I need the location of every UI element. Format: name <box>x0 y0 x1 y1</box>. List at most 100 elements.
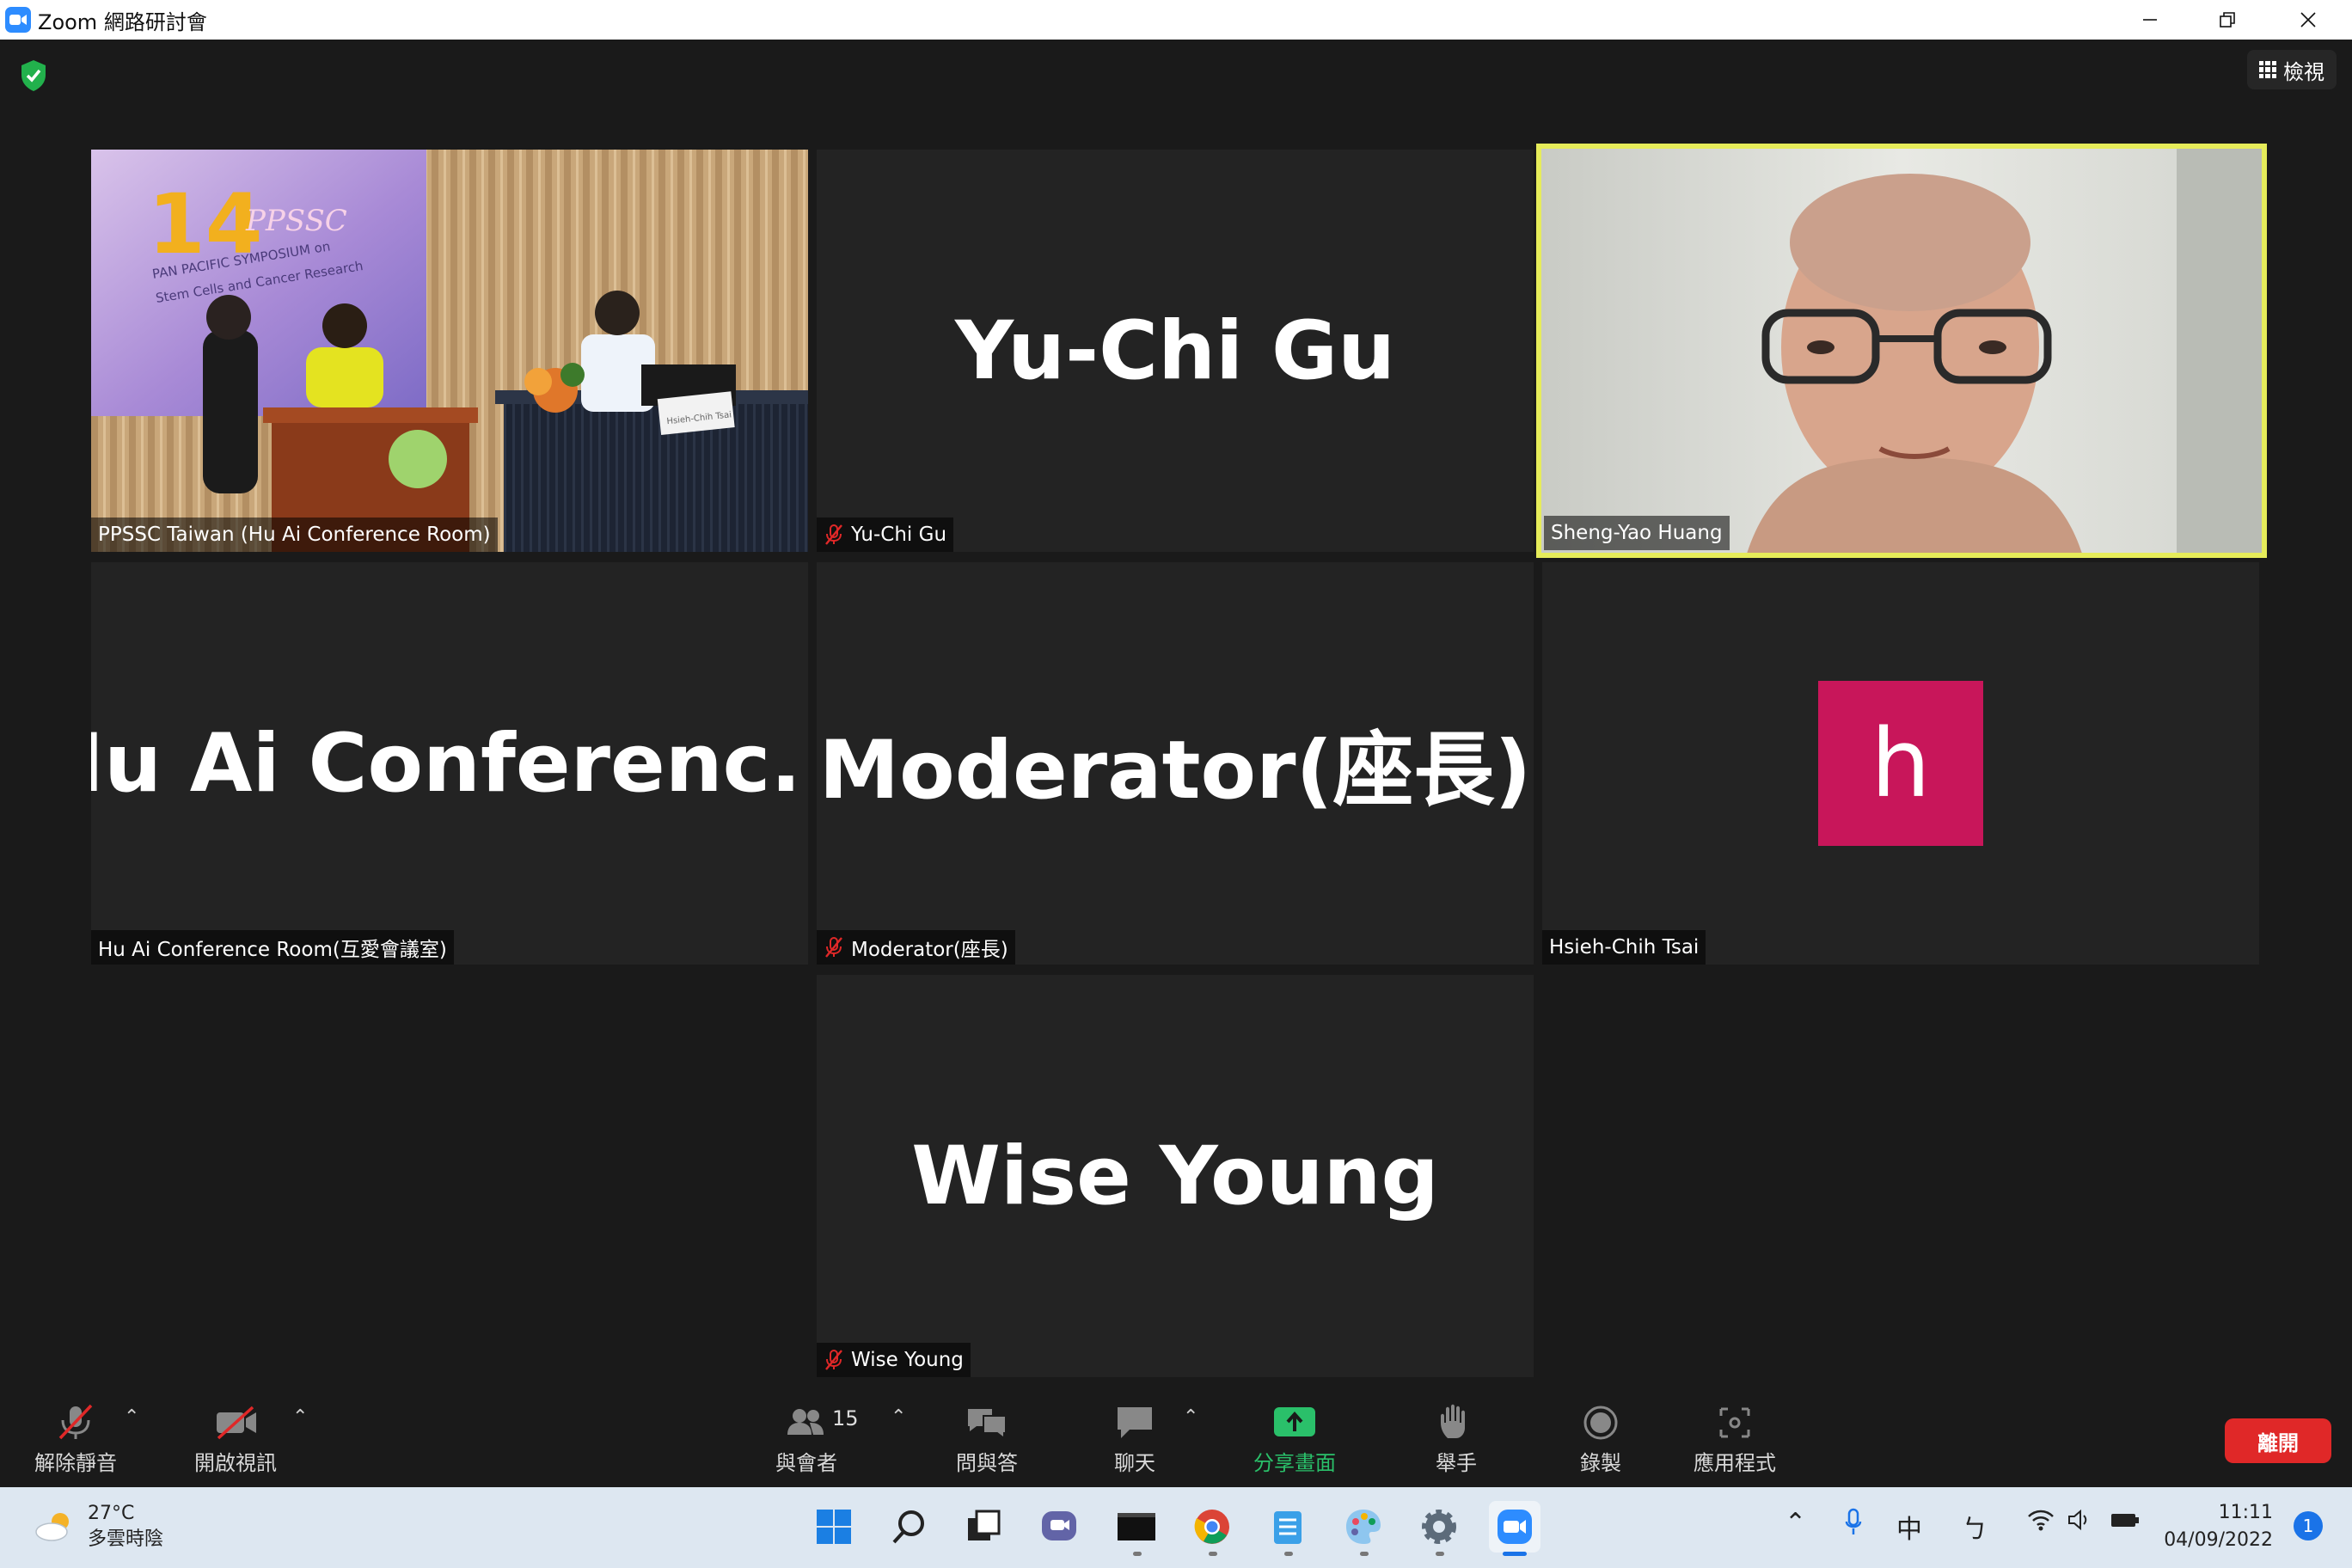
participant-name-label: Hu Ai Conference Room(互愛會議室) <box>91 930 454 965</box>
terminal-icon <box>1118 1513 1155 1540</box>
participant-display-name: Hu Ai Conferenc... <box>91 716 808 811</box>
participants-label: 與會者 <box>775 1451 837 1475</box>
participants-options-caret[interactable]: ⌃ <box>891 1406 906 1428</box>
notification-badge[interactable]: 1 <box>2294 1511 2323 1540</box>
view-label: 檢視 <box>2283 59 2324 84</box>
zoom-logo-icon <box>5 7 31 33</box>
participant-display-name: Yu-Chi Gu <box>954 303 1396 398</box>
share-screen-button[interactable]: 分享畫面 <box>1253 1401 1336 1476</box>
battery-icon[interactable] <box>2110 1508 2141 1532</box>
audio-options-caret[interactable]: ⌃ <box>124 1406 139 1428</box>
restore-icon <box>2220 12 2235 28</box>
notepad-app[interactable] <box>1262 1501 1314 1556</box>
window-title: Zoom 網路研討會 <box>38 9 207 34</box>
raise-hand-icon <box>1441 1404 1465 1438</box>
chrome-icon <box>1194 1510 1229 1544</box>
settings-app[interactable] <box>1413 1501 1465 1556</box>
start-video-button[interactable]: 開啟視訊 <box>194 1401 277 1476</box>
volume-icon[interactable] <box>2067 1508 2092 1532</box>
weather-widget[interactable]: 27°C 多雲時陰 <box>33 1501 163 1553</box>
video-options-caret[interactable]: ⌃ <box>292 1406 308 1428</box>
gear-icon <box>1422 1510 1456 1544</box>
search-button[interactable] <box>884 1501 935 1553</box>
room-video-feed: 14 PPSSC PAN PACIFIC SYMPOSIUM on Stem C… <box>91 150 808 552</box>
video-tile-room[interactable]: 14 PPSSC PAN PACIFIC SYMPOSIUM on Stem C… <box>91 150 808 552</box>
apps-label: 應用程式 <box>1694 1451 1776 1475</box>
video-tile-sheng-yao-huang[interactable]: Sheng-Yao Huang <box>1536 144 2267 558</box>
video-tile-wise-young[interactable]: Wise Young Wise Young <box>817 975 1534 1377</box>
show-hidden-icons-chevron[interactable]: ⌃ <box>1785 1508 1806 1538</box>
teams-chat-button[interactable] <box>1033 1501 1085 1553</box>
teams-chat-icon <box>1042 1511 1076 1540</box>
record-button[interactable]: 錄製 <box>1578 1401 1623 1476</box>
meeting-stage: 檢視 14 PPSSC PAN PACIFIC SYMPOSIUM on Ste… <box>0 40 2352 1389</box>
qa-icon <box>968 1409 1007 1440</box>
view-button[interactable]: 檢視 <box>2247 50 2337 89</box>
video-tile-moderator[interactable]: Moderator(座長) Moderator(座長) <box>817 562 1534 965</box>
participant-name-label: Yu-Chi Gu <box>817 518 954 552</box>
chat-options-caret[interactable]: ⌃ <box>1183 1406 1198 1428</box>
participant-name-label: PPSSC Taiwan (Hu Ai Conference Room) <box>91 518 498 552</box>
participant-display-name: Moderator(座長) <box>818 724 1532 818</box>
system-clock[interactable]: 11:11 04/09/2022 <box>2164 1499 2273 1554</box>
qa-button[interactable]: 問與答 <box>956 1401 1018 1476</box>
participant-name-label: Wise Young <box>817 1343 971 1377</box>
muted-mic-icon <box>58 1404 93 1440</box>
wifi-icon[interactable] <box>2027 1508 2055 1532</box>
muted-mic-icon <box>825 524 842 545</box>
minimize-icon <box>2143 19 2157 21</box>
unmute-button[interactable]: 解除靜音 <box>34 1401 117 1476</box>
windows-start-icon <box>817 1510 851 1544</box>
chat-icon <box>1118 1407 1152 1438</box>
raise-hand-button[interactable]: 舉手 <box>1434 1401 1479 1476</box>
raise-hand-label: 舉手 <box>1436 1451 1477 1475</box>
title-bar: Zoom 網路研討會 <box>0 0 2352 40</box>
close-button[interactable] <box>2269 0 2347 40</box>
leave-button[interactable]: 離開 <box>2225 1418 2331 1463</box>
notepad-icon <box>1274 1511 1302 1544</box>
chrome-app[interactable] <box>1186 1501 1238 1556</box>
banner-brand: PPSSC <box>245 204 347 238</box>
share-screen-icon <box>1274 1407 1315 1436</box>
chat-label: 聊天 <box>1114 1451 1155 1475</box>
task-view-icon <box>968 1510 1001 1540</box>
terminal-app[interactable] <box>1111 1501 1162 1556</box>
ime-language-indicator[interactable]: 中 <box>1896 1508 1922 1546</box>
participant-name-label: Hsieh-Chih Tsai <box>1542 930 1706 965</box>
microphone-icon[interactable] <box>1845 1508 1862 1537</box>
close-icon <box>2300 12 2316 28</box>
chat-button[interactable]: 聊天 <box>1112 1401 1157 1476</box>
ime-mode-indicator[interactable]: ㄅ <box>1962 1508 1988 1546</box>
record-label: 錄製 <box>1580 1451 1621 1475</box>
paint-palette-icon <box>1346 1510 1381 1544</box>
participants-button[interactable]: 15 與會者 <box>775 1401 859 1476</box>
participant-name-label: Moderator(座長) <box>817 930 1015 965</box>
start-button[interactable] <box>808 1501 860 1553</box>
record-icon <box>1583 1406 1618 1440</box>
restore-button[interactable] <box>2189 0 2266 40</box>
muted-mic-icon <box>825 1350 842 1370</box>
clock-date: 04/09/2022 <box>2164 1529 2273 1551</box>
video-tile-yu-chi-gu[interactable]: Yu-Chi Gu Yu-Chi Gu <box>817 150 1534 552</box>
zoom-app[interactable] <box>1489 1501 1540 1556</box>
unmute-label: 解除靜音 <box>34 1451 117 1475</box>
participant-count: 15 <box>832 1406 859 1430</box>
avatar: h <box>1818 681 1983 846</box>
task-view-button[interactable] <box>958 1501 1009 1553</box>
muted-mic-icon <box>825 937 842 958</box>
minimize-button[interactable] <box>2111 0 2189 40</box>
share-screen-label: 分享畫面 <box>1253 1451 1336 1475</box>
weather-condition: 多雲時陰 <box>88 1528 164 1550</box>
grid-view-icon <box>2259 61 2276 78</box>
apps-button[interactable]: 應用程式 <box>1694 1401 1776 1476</box>
video-tile-hu-ai-conference[interactable]: Hu Ai Conferenc... Hu Ai Conference Room… <box>91 562 808 965</box>
weather-temperature: 27°C <box>88 1503 135 1524</box>
paint-app[interactable] <box>1338 1501 1389 1556</box>
zoom-icon <box>1498 1510 1532 1544</box>
security-shield-icon[interactable] <box>19 58 48 93</box>
speaker-video-feed <box>1540 148 2263 554</box>
participant-name-label: Sheng-Yao Huang <box>1544 516 1730 550</box>
participant-display-name: Wise Young <box>911 1129 1439 1223</box>
clock-time: 11:11 <box>2218 1502 2273 1523</box>
video-tile-hsieh-chih-tsai[interactable]: h Hsieh-Chih Tsai <box>1542 562 2259 965</box>
